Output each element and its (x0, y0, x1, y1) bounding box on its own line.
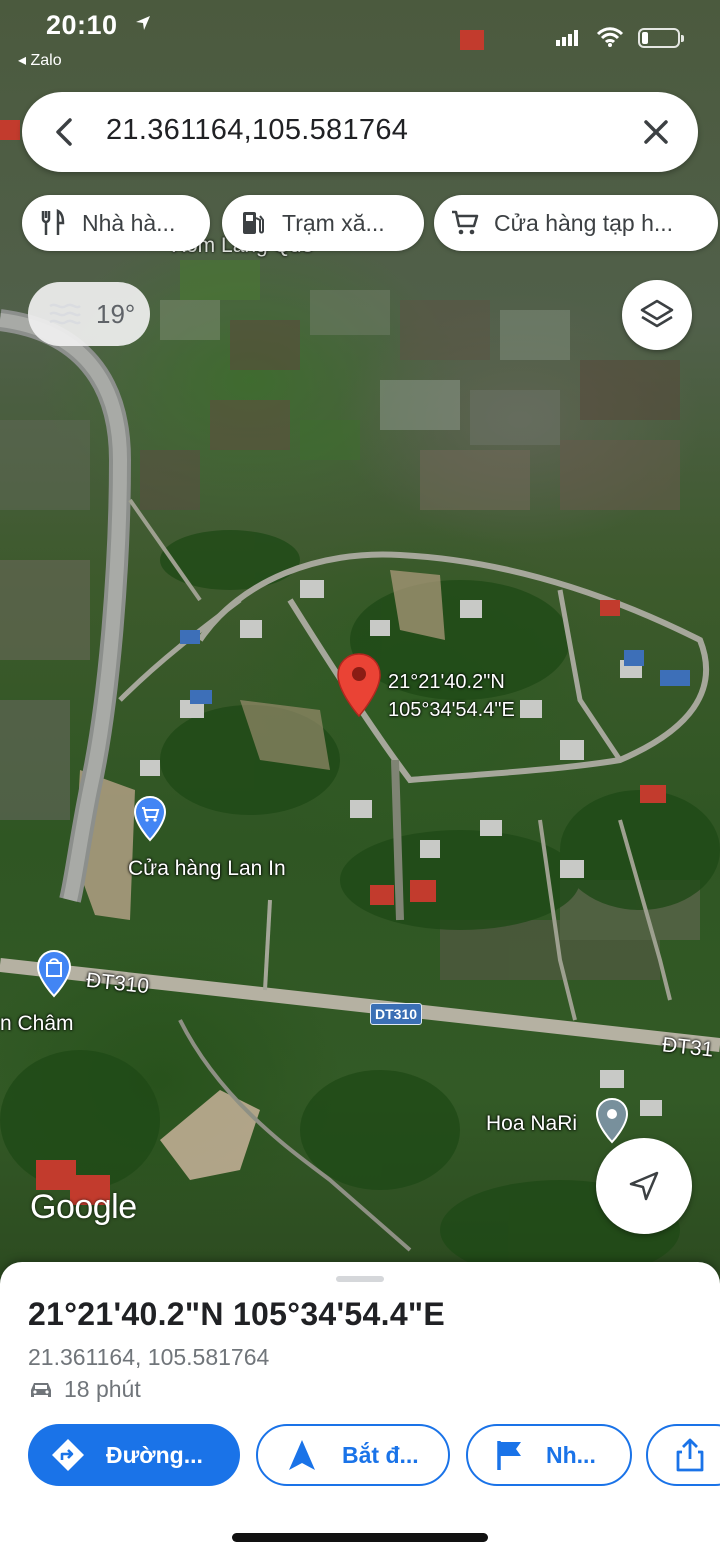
my-location-button[interactable] (596, 1138, 692, 1234)
chip-gas-stations-label: Trạm xă... (282, 209, 385, 236)
search-query-text[interactable]: 21.361164,105.581764 (106, 114, 408, 147)
location-arrow-icon (136, 16, 150, 30)
map-label-cham[interactable]: n Châm (0, 1012, 74, 1036)
pin-coordinates-label: 21°21'40.2"N 105°34'54.4"E (388, 668, 515, 724)
chip-gas-stations[interactable]: Trạm xă... (222, 195, 424, 251)
directions-icon (52, 1439, 84, 1471)
status-bar: 20:10 ◂ Zalo (0, 0, 720, 80)
wifi-icon (596, 27, 624, 47)
save-button[interactable]: Nh... (466, 1424, 632, 1486)
directions-label: Đường... (106, 1441, 203, 1468)
save-label: Nh... (546, 1441, 596, 1468)
place-bottom-sheet[interactable]: 21°21'40.2"N 105°34'54.4"E 21.361164, 10… (0, 1262, 720, 1557)
share-icon (676, 1438, 704, 1472)
share-button[interactable] (646, 1424, 720, 1486)
back-arrow-icon[interactable] (48, 114, 84, 150)
travel-time-text: 18 phút (64, 1376, 141, 1402)
status-time: 20:10 (46, 10, 118, 40)
chip-restaurants[interactable]: Nhà hà... (22, 195, 210, 251)
travel-time: 18 phút (28, 1376, 141, 1403)
battery-icon (638, 28, 684, 48)
road-shield-dt310: DT310 (370, 1003, 423, 1025)
place-decimal-coords: 21.361164, 105.581764 (28, 1344, 270, 1370)
close-icon[interactable] (638, 114, 674, 150)
restaurant-icon (41, 208, 65, 235)
back-to-app-link[interactable]: ◂ Zalo (18, 50, 62, 70)
google-attribution: Google (30, 1188, 137, 1226)
haze-icon (49, 303, 81, 325)
start-label: Bắt đ... (342, 1441, 419, 1468)
home-indicator[interactable] (232, 1533, 488, 1542)
shopping-bag-pin-icon[interactable] (37, 950, 71, 998)
chip-grocery-label: Cửa hàng tạp h... (494, 209, 674, 236)
sheet-drag-handle[interactable] (336, 1276, 384, 1282)
car-icon (31, 1382, 51, 1397)
start-button[interactable]: Bắt đ... (256, 1424, 450, 1486)
satellite-map[interactable]: Xóm Láng Quê Cửa hàng Lan In ĐT310 n Châ… (0, 0, 720, 1290)
chip-grocery[interactable]: Cửa hàng tạp h... (434, 195, 718, 251)
dropped-pin-icon[interactable] (336, 652, 382, 718)
directions-button[interactable]: Đường... (28, 1424, 240, 1486)
pin-longitude: 105°34'54.4"E (388, 699, 515, 721)
map-label-hoa-nari[interactable]: Hoa NaRi (486, 1112, 577, 1136)
navigation-start-icon (289, 1440, 315, 1470)
shopping-cart-icon (452, 210, 479, 235)
signal-icon (556, 30, 578, 46)
navigation-arrow-icon (629, 1171, 659, 1201)
weather-badge[interactable]: 19° (28, 282, 150, 346)
search-bar[interactable]: 21.361164,105.581764 (22, 92, 698, 172)
map-label-shop-lan-in[interactable]: Cửa hàng Lan In (128, 857, 286, 881)
gas-station-icon (243, 212, 264, 234)
place-title: 21°21'40.2"N 105°34'54.4"E (28, 1296, 446, 1332)
flag-icon (497, 1441, 521, 1470)
shop-pin-icon[interactable] (134, 796, 166, 842)
layers-button[interactable] (622, 280, 692, 350)
weather-temperature: 19° (96, 298, 136, 329)
chip-restaurants-label: Nhà hà... (82, 209, 176, 236)
pin-latitude: 21°21'40.2"N (388, 671, 505, 693)
layers-icon (640, 299, 674, 328)
place-pin-icon[interactable] (596, 1098, 628, 1144)
